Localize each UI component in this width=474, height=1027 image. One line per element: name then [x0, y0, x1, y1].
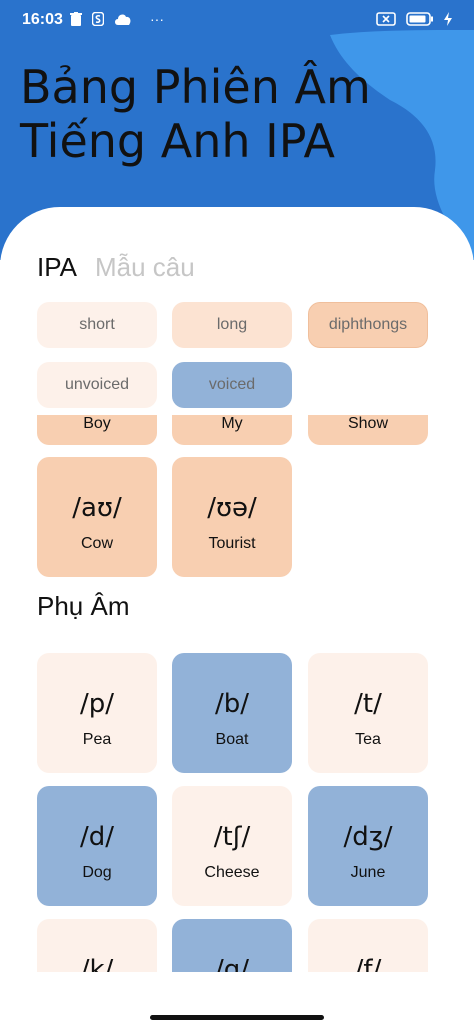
ipa-scroll-area[interactable]: Boy My Show /aʊ/ Cow /ʊə/ Tourist Phụ Âm…	[0, 415, 474, 972]
ipa-card[interactable]: /f/	[308, 919, 428, 972]
ipa-example-word: Boy	[83, 415, 111, 432]
ipa-symbol: /g/	[214, 955, 250, 972]
ipa-example-word: Boat	[215, 731, 249, 748]
status-time: 16:03	[22, 11, 63, 28]
ipa-symbol: /dʒ/	[343, 822, 393, 852]
filter-unvoiced[interactable]: unvoiced	[37, 362, 157, 408]
ipa-symbol: /aʊ/	[72, 493, 122, 523]
status-bar: 16:03 ···	[0, 0, 474, 40]
ipa-card[interactable]: Show	[308, 415, 428, 445]
ipa-card[interactable]: /ʊə/ Tourist	[172, 457, 292, 577]
ipa-symbol: /f/	[354, 955, 382, 972]
ipa-example-word: Dog	[82, 864, 112, 881]
ipa-symbol: /b/	[214, 689, 250, 719]
ipa-card[interactable]: /dʒ/ June	[308, 786, 428, 906]
page-title-line2: Tiếng Anh IPA	[20, 114, 335, 168]
more-icon[interactable]: ···	[150, 11, 164, 27]
ipa-example-word: Tourist	[208, 535, 256, 552]
ipa-card[interactable]: /aʊ/ Cow	[37, 457, 157, 577]
filter-long[interactable]: long	[172, 302, 292, 348]
ipa-example-word: Cow	[80, 535, 113, 552]
ipa-symbol: /k/	[80, 955, 114, 972]
ipa-example-word: My	[221, 415, 243, 432]
ipa-example-word: Show	[347, 415, 389, 432]
ipa-card[interactable]: /t/ Tea	[308, 653, 428, 773]
ipa-card[interactable]: /g/	[172, 919, 292, 972]
page-title-line1: Bảng Phiên Âm	[20, 60, 371, 114]
tab-mau-cau[interactable]: Mẫu câu	[95, 252, 195, 283]
ipa-card[interactable]: Boy	[37, 415, 157, 445]
ipa-card[interactable]: /d/ Dog	[37, 786, 157, 906]
status-icons-right	[376, 12, 452, 26]
ipa-symbol: /d/	[79, 822, 115, 852]
content-sheet: IPA Mẫu câu short long diphthongs unvoic…	[0, 207, 474, 1027]
consonants-section-title: Phụ Âm	[37, 591, 130, 621]
page-title: Bảng Phiên Âm Tiếng Anh IPA	[20, 60, 371, 168]
battery-icon	[406, 12, 433, 26]
ipa-symbol: /t/	[354, 689, 382, 719]
s-icon	[92, 12, 104, 26]
tab-ipa[interactable]: IPA	[37, 252, 77, 283]
trash-icon	[70, 12, 82, 26]
ipa-card[interactable]: My	[172, 415, 292, 445]
filter-short[interactable]: short	[37, 302, 157, 348]
ipa-card[interactable]: /p/ Pea	[37, 653, 157, 773]
ipa-example-word: Cheese	[204, 864, 260, 881]
filter-diphthongs[interactable]: diphthongs	[308, 302, 428, 348]
status-icons-left: ···	[70, 11, 164, 27]
ipa-example-word: Tea	[355, 731, 381, 748]
ipa-example-word: Pea	[82, 731, 112, 748]
charging-icon	[444, 12, 452, 26]
ipa-card[interactable]: /k/	[37, 919, 157, 972]
ipa-symbol: /ʊə/	[207, 493, 257, 523]
home-indicator[interactable]	[150, 1015, 324, 1020]
ipa-card[interactable]: /b/ Boat	[172, 653, 292, 773]
sim-icon	[376, 12, 396, 26]
ipa-card[interactable]: /tʃ/ Cheese	[172, 786, 292, 906]
ipa-example-word: June	[350, 864, 386, 881]
filter-voiced[interactable]: voiced	[172, 362, 292, 408]
ipa-symbol: /p/	[79, 689, 115, 719]
cloud-icon	[115, 14, 131, 25]
ipa-symbol: /tʃ/	[213, 822, 251, 852]
tab-bar: IPA Mẫu câu	[37, 252, 195, 283]
